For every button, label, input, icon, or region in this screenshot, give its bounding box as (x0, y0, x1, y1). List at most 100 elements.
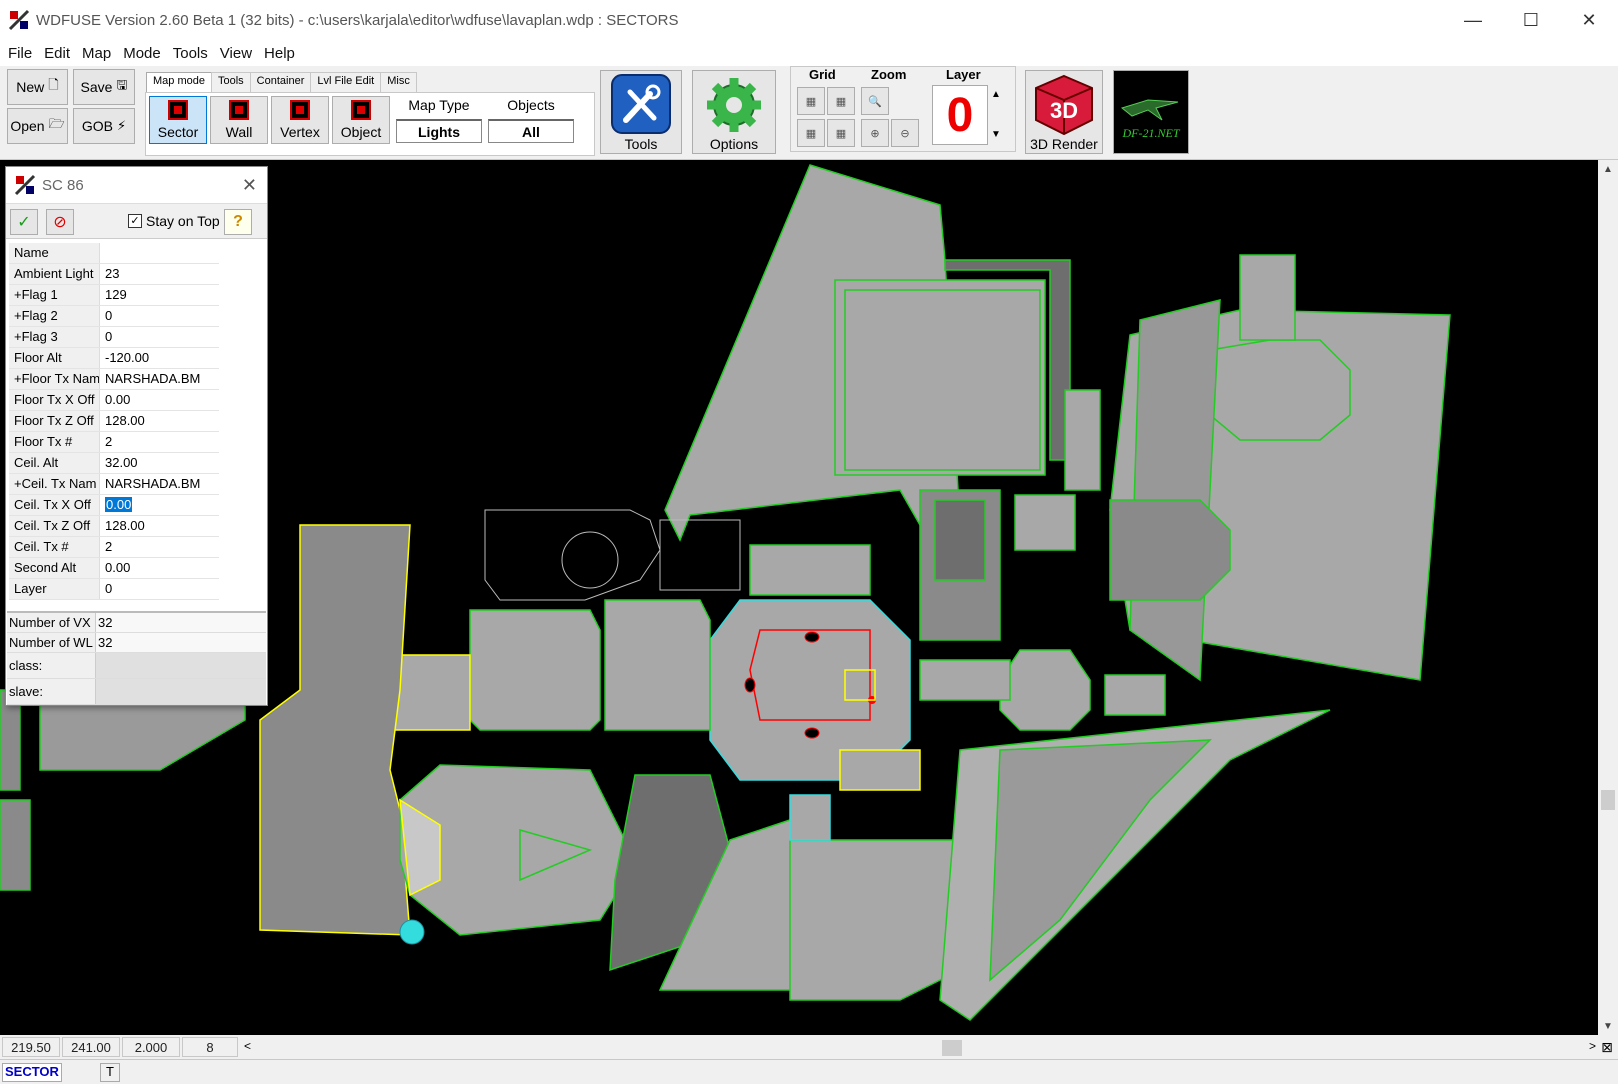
close-button[interactable]: ✕ (1560, 0, 1618, 40)
map-type-value[interactable]: Lights (396, 119, 482, 143)
map-sector[interactable] (1104, 674, 1166, 716)
layer-value[interactable]: 0 (932, 85, 988, 145)
object-mode-button[interactable]: Object (332, 96, 390, 144)
help-icon[interactable]: ? (224, 209, 252, 235)
property-value[interactable]: 128.00 (99, 411, 213, 431)
table-row[interactable]: +Ceil. Tx Nam NARSHADA.BM (9, 474, 219, 495)
open-button[interactable]: Open 🗁 (7, 108, 68, 144)
map-sector[interactable] (919, 659, 1011, 701)
map-sector[interactable] (789, 794, 831, 841)
table-row[interactable]: Ceil. Tx Z Off 128.00 (9, 516, 219, 537)
map-sector[interactable] (1109, 499, 1231, 601)
map-type-selector[interactable]: Map Type Lights (396, 97, 482, 143)
horizontal-scrollbar[interactable]: < > (242, 1037, 1598, 1057)
table-row[interactable]: Layer 0 (9, 579, 219, 600)
map-object[interactable] (804, 631, 820, 643)
options-button[interactable]: Options (692, 70, 776, 154)
grid-decrease-button[interactable]: ▦ (797, 87, 825, 115)
map-object[interactable] (744, 677, 756, 693)
tab-tools[interactable]: Tools (210, 72, 251, 92)
table-row[interactable]: Floor Alt -120.00 (9, 348, 219, 369)
menu-help[interactable]: Help (258, 45, 301, 62)
map-sector[interactable] (1014, 494, 1076, 551)
map-sector[interactable] (469, 609, 601, 731)
objects-value[interactable]: All (488, 119, 574, 143)
map-sector[interactable] (789, 839, 961, 1001)
tab-map-mode[interactable]: Map mode (146, 72, 212, 92)
property-value[interactable]: 0.00 (99, 390, 213, 410)
zoom-in-button[interactable]: ⊕ (861, 119, 889, 147)
property-value[interactable]: 2 (99, 432, 213, 452)
map-object[interactable] (804, 727, 820, 739)
df21-link-button[interactable]: DF-21.NET (1113, 70, 1189, 154)
property-value[interactable]: 128.00 (99, 516, 213, 536)
property-value[interactable]: 0.00 (99, 558, 213, 578)
property-value[interactable]: NARSHADA.BM (99, 369, 213, 389)
checkbox-check-icon[interactable]: ✓ (128, 214, 142, 228)
tab-misc[interactable]: Misc (380, 72, 417, 92)
property-value[interactable]: 0 (99, 579, 213, 599)
table-row[interactable]: Name (9, 243, 219, 264)
sector-mode-button[interactable]: Sector (149, 96, 207, 144)
vertical-scroll-thumb[interactable] (1601, 790, 1615, 810)
commit-check-icon[interactable]: ✓ (10, 209, 38, 235)
grid-increase-button[interactable]: ▦ (827, 87, 855, 115)
property-value[interactable]: 129 (99, 285, 213, 305)
menu-mode[interactable]: Mode (117, 45, 167, 62)
map-sector[interactable] (659, 519, 741, 591)
map-sector[interactable] (749, 544, 871, 596)
zoom-fit-button[interactable]: 🔍 (861, 87, 889, 115)
table-row[interactable]: Second Alt 0.00 (9, 558, 219, 579)
stay-on-top-checkbox[interactable]: ✓ Stay on Top (128, 213, 220, 229)
menu-map[interactable]: Map (76, 45, 117, 62)
table-row[interactable]: Ceil. Tx X Off 0.00 (9, 495, 219, 516)
property-value[interactable] (99, 243, 213, 263)
selected-text[interactable]: 0.00 (105, 497, 133, 512)
property-value-selected[interactable]: 0.00 (99, 495, 213, 515)
zoom-out-button[interactable]: ⊖ (891, 119, 919, 147)
map-sector[interactable] (484, 509, 661, 601)
table-row[interactable]: Floor Tx Z Off 128.00 (9, 411, 219, 432)
table-row[interactable]: Floor Tx #2 (9, 432, 219, 453)
table-row[interactable]: Ambient Light 23 (9, 264, 219, 285)
property-value[interactable]: 23 (99, 264, 213, 284)
vertical-scrollbar[interactable]: ▲ ▼ (1598, 160, 1618, 1035)
horizontal-scroll-thumb[interactable] (942, 1040, 962, 1056)
menu-edit[interactable]: Edit (38, 45, 76, 62)
tab-container[interactable]: Container (249, 72, 312, 92)
gob-button[interactable]: GOB ⚡ (73, 108, 135, 144)
grid-toggle-button[interactable]: ▦ (797, 119, 825, 147)
layer-down-icon[interactable]: ▼ (991, 129, 1001, 140)
scroll-down-icon[interactable]: ▼ (1598, 1017, 1618, 1035)
table-row[interactable]: +Flag 20 (9, 306, 219, 327)
objects-selector[interactable]: Objects All (488, 97, 574, 143)
scroll-left-icon[interactable]: < (244, 1039, 251, 1053)
scroll-right-icon[interactable]: > (1589, 1039, 1596, 1053)
property-value[interactable]: 2 (99, 537, 213, 557)
class-field[interactable] (95, 653, 266, 678)
cancel-icon[interactable]: ⊘ (46, 209, 74, 235)
property-value[interactable]: 32.00 (99, 453, 213, 473)
table-row[interactable]: Ceil. Alt 32.00 (9, 453, 219, 474)
menu-view[interactable]: View (214, 45, 258, 62)
grid-snap-button[interactable]: ▦ (827, 119, 855, 147)
dialog-close-icon[interactable]: ✕ (242, 175, 257, 196)
table-row[interactable]: Floor Tx X Off 0.00 (9, 390, 219, 411)
3d-render-button[interactable]: 3D 3D Render (1025, 70, 1103, 154)
scroll-up-icon[interactable]: ▲ (1598, 160, 1618, 178)
layer-up-icon[interactable]: ▲ (991, 89, 1001, 100)
property-value[interactable]: 0 (99, 306, 213, 326)
new-button[interactable]: New 🗋 (7, 69, 68, 105)
table-row[interactable]: Ceil. Tx #2 (9, 537, 219, 558)
map-sector[interactable] (1239, 254, 1296, 341)
tools-button[interactable]: Tools (600, 70, 682, 154)
table-row[interactable]: +Flag 1 129 (9, 285, 219, 306)
tab-lvl-file-edit[interactable]: Lvl File Edit (310, 72, 382, 92)
map-sector[interactable] (839, 749, 921, 791)
table-row[interactable]: +Flag 30 (9, 327, 219, 348)
minimize-button[interactable]: — (1444, 0, 1502, 40)
vertex-mode-button[interactable]: Vertex (271, 96, 329, 144)
property-value[interactable]: 0 (99, 327, 213, 347)
wall-mode-button[interactable]: Wall (210, 96, 268, 144)
map-sector[interactable] (0, 799, 31, 891)
